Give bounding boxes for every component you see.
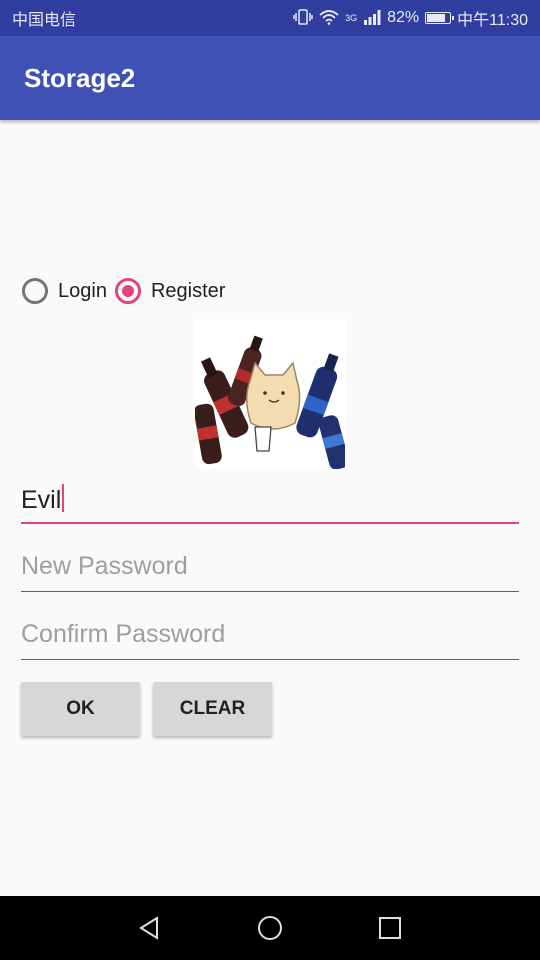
back-button[interactable]: [90, 896, 210, 960]
app-title: Storage2: [24, 62, 136, 93]
signal-icon: [363, 9, 381, 28]
home-circle-icon: [258, 916, 282, 940]
username-input[interactable]: Evil: [21, 480, 519, 524]
wifi-icon: [319, 9, 339, 28]
vibrate-icon: [293, 8, 313, 28]
cat-with-bottles-illustration: [193, 319, 349, 470]
register-radio-label: Register: [150, 279, 226, 302]
login-radio[interactable]: Login: [22, 278, 107, 304]
text-cursor: [62, 484, 65, 512]
confirm-password-placeholder: Confirm Password: [21, 620, 226, 648]
new-password-input[interactable]: New Password: [21, 548, 519, 592]
home-button[interactable]: [210, 896, 330, 960]
register-radio[interactable]: Register: [114, 278, 226, 304]
login-radio-label: Login: [58, 279, 107, 302]
mode-radio-group: Login Register: [22, 278, 233, 304]
carrier-name: 中国电信: [12, 12, 77, 29]
recents-square-icon: [379, 917, 401, 939]
network-type-label: 3G: [345, 13, 358, 23]
status-bar: 中国电信 3G 82% 中午11:30: [0, 0, 540, 36]
radio-unchecked-icon: [22, 278, 48, 304]
navigation-bar: [0, 896, 540, 960]
status-icons: 3G 82% 中午11:30: [293, 6, 528, 30]
back-triangle-icon: [139, 916, 158, 940]
clock: 中午11:30: [457, 12, 528, 29]
confirm-password-input[interactable]: Confirm Password: [21, 616, 519, 660]
new-password-placeholder: New Password: [21, 552, 188, 580]
ok-button[interactable]: OK: [21, 682, 140, 736]
battery-icon: [425, 12, 455, 24]
battery-percentage: 82%: [387, 9, 420, 26]
radio-checked-icon: [114, 278, 141, 304]
recents-button[interactable]: [330, 896, 450, 960]
clear-button[interactable]: CLEAR: [153, 682, 272, 736]
username-value: Evil: [21, 486, 62, 514]
app-bar: Storage2: [0, 36, 540, 120]
avatar-image[interactable]: [193, 319, 349, 470]
